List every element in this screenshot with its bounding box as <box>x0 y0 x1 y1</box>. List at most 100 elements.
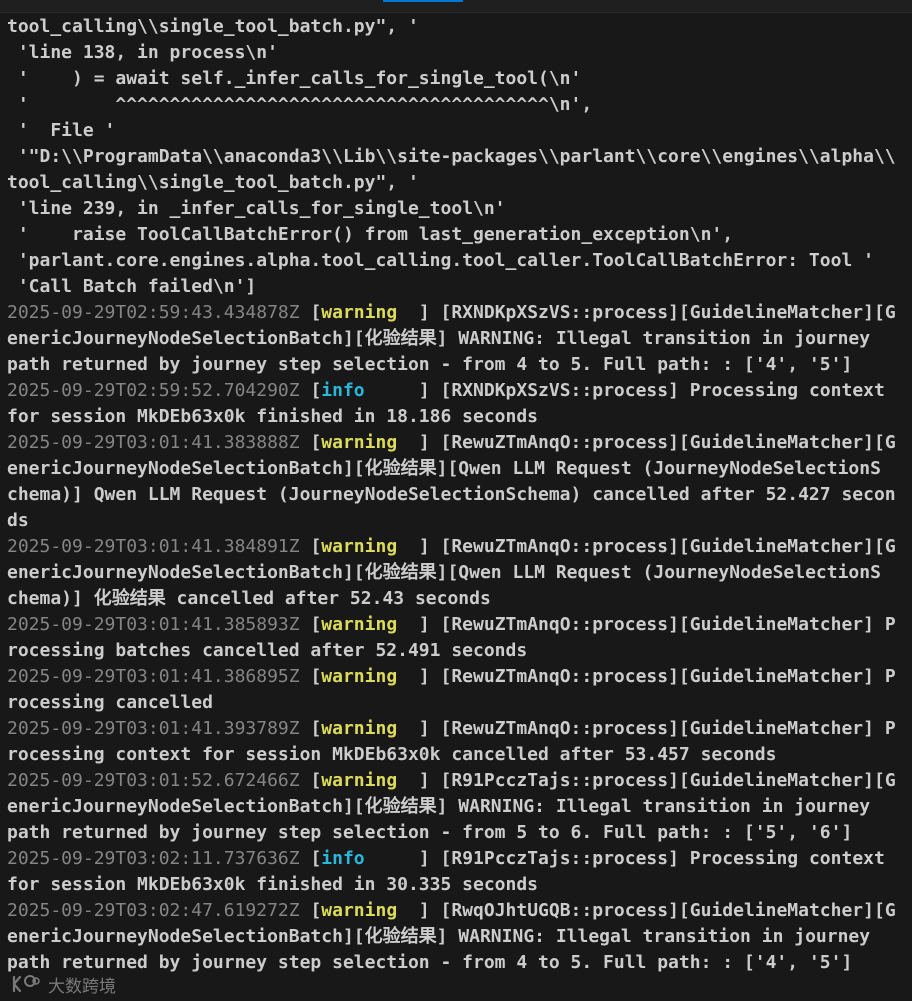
log-timestamp: 2025-09-29T03:01:41.384891Z <box>7 536 300 557</box>
text-segment: tool_calling\\single_tool_batch.py", ' <box>7 16 419 37</box>
text-segment: ] [RewuZTmAnqO::process][GuidelineMatche… <box>397 718 896 739</box>
text-segment: ][Qwen LLM Request (JourneyNodeSelection… <box>436 458 881 479</box>
terminal-line: tool_calling\\single_tool_batch.py", ' <box>7 14 912 40</box>
text-segment: 'line 239, in _infer_calls_for_single_to… <box>7 198 506 219</box>
terminal-line: 2025-09-29T02:59:52.704290Z [info ] [RXN… <box>7 378 912 404</box>
text-segment: for session MkDEb63x0k finished in 18.18… <box>7 406 539 427</box>
text-segment: ] WARNING: Illegal transition in journey <box>436 796 871 817</box>
terminal-line: 2025-09-29T03:02:11.737636Z [info ] [R91… <box>7 846 912 872</box>
terminal-line: 'line 138, in process\n' <box>7 40 912 66</box>
brand-logo-icon <box>8 973 42 995</box>
text-segment: ] [RwqOJhtUGQB::process][GuidelineMatche… <box>397 900 896 921</box>
text-segment: path returned by journey step selection … <box>7 822 853 843</box>
log-timestamp: 2025-09-29T03:01:41.383888Z <box>7 432 300 453</box>
text-segment: ] [R91PcczTajs::process][GuidelineMatche… <box>397 770 896 791</box>
text-segment: ' File ' <box>7 120 116 141</box>
text-segment: [ <box>299 536 322 557</box>
terminal-line: enericJourneyNodeSelectionBatch][化验结果][Q… <box>7 560 912 586</box>
terminal-line: chema)] Qwen LLM Request (JourneyNodeSel… <box>7 482 912 508</box>
terminal-header-bar <box>0 0 912 13</box>
terminal-line: ' ^^^^^^^^^^^^^^^^^^^^^^^^^^^^^^^^^^^^^^… <box>7 92 912 118</box>
text-segment: ] [RXNDKpXSzVS::process] Processing cont… <box>364 380 885 401</box>
log-level-badge: warning <box>321 536 398 557</box>
text-segment: enericJourneyNodeSelectionBatch][ <box>7 328 365 349</box>
text-segment: [ <box>299 900 322 921</box>
text-segment: enericJourneyNodeSelectionBatch][ <box>7 562 365 583</box>
terminal-line: rocessing batches cancelled after 52.491… <box>7 638 912 664</box>
terminal-line: enericJourneyNodeSelectionBatch][化验结果][Q… <box>7 456 912 482</box>
terminal-line: 2025-09-29T03:01:52.672466Z [warning ] [… <box>7 768 912 794</box>
cjk-label: 化验结果 <box>364 328 437 349</box>
terminal-line: '"D:\\ProgramData\\anaconda3\\Lib\\site-… <box>7 144 912 170</box>
text-segment: ds <box>7 510 29 531</box>
cjk-label: 化验结果 <box>364 562 437 583</box>
terminal-line: 'Call Batch failed\n'] <box>7 274 912 300</box>
text-segment: ][Qwen LLM Request (JourneyNodeSelection… <box>436 562 881 583</box>
text-segment: chema)] <box>7 588 94 609</box>
text-segment: path returned by journey step selection … <box>7 952 853 973</box>
terminal-line: ds <box>7 508 912 534</box>
text-segment: enericJourneyNodeSelectionBatch][ <box>7 458 365 479</box>
log-timestamp: 2025-09-29T03:01:41.393789Z <box>7 718 300 739</box>
text-segment: tool_calling\\single_tool_batch.py", ' <box>7 172 419 193</box>
text-segment: ] [RewuZTmAnqO::process][GuidelineMatche… <box>397 536 896 557</box>
text-segment: [ <box>299 718 322 739</box>
text-segment: [ <box>299 614 322 635</box>
text-segment: [ <box>299 432 322 453</box>
active-tab-indicator[interactable] <box>383 0 463 2</box>
log-level-badge: warning <box>321 770 398 791</box>
text-segment: enericJourneyNodeSelectionBatch][ <box>7 796 365 817</box>
text-segment: ' ) = await self._infer_calls_for_single… <box>7 68 582 89</box>
log-timestamp: 2025-09-29T02:59:43.434878Z <box>7 302 300 323</box>
text-segment: [ <box>299 666 322 687</box>
log-level-badge: info <box>321 848 365 869</box>
watermark-text: 大数跨境 <box>48 976 116 997</box>
log-timestamp: 2025-09-29T03:01:52.672466Z <box>7 770 300 791</box>
terminal-line: rocessing context for session MkDEb63x0k… <box>7 742 912 768</box>
log-timestamp: 2025-09-29T03:02:11.737636Z <box>7 848 300 869</box>
text-segment: ] [RXNDKpXSzVS::process][GuidelineMatche… <box>397 302 896 323</box>
terminal-line: for session MkDEb63x0k finished in 18.18… <box>7 404 912 430</box>
terminal-output[interactable]: tool_calling\\single_tool_batch.py", ' '… <box>7 14 912 976</box>
terminal-line: 'parlant.core.engines.alpha.tool_calling… <box>7 248 912 274</box>
terminal-line: rocessing cancelled <box>7 690 912 716</box>
text-segment: 'parlant.core.engines.alpha.tool_calling… <box>7 250 874 271</box>
terminal-line: enericJourneyNodeSelectionBatch][化验结果] W… <box>7 326 912 352</box>
terminal-line: tool_calling\\single_tool_batch.py", ' <box>7 170 912 196</box>
text-segment: rocessing cancelled <box>7 692 213 713</box>
terminal-line: 'line 239, in _infer_calls_for_single_to… <box>7 196 912 222</box>
text-segment: ] [RewuZTmAnqO::process][GuidelineMatche… <box>397 614 896 635</box>
log-timestamp: 2025-09-29T03:01:41.386895Z <box>7 666 300 687</box>
text-segment: cancelled after 52.43 seconds <box>165 588 491 609</box>
terminal-line: 2025-09-29T03:01:41.386895Z [warning ] [… <box>7 664 912 690</box>
text-segment: chema)] Qwen LLM Request (JourneyNodeSel… <box>7 484 896 505</box>
text-segment: ] WARNING: Illegal transition in journey <box>436 926 871 947</box>
watermark: 大数跨境 <box>8 971 116 997</box>
text-segment: enericJourneyNodeSelectionBatch][ <box>7 926 365 947</box>
log-level-badge: warning <box>321 900 398 921</box>
text-segment: [ <box>299 848 322 869</box>
text-segment: [ <box>299 380 322 401</box>
terminal-line: 2025-09-29T03:01:41.385893Z [warning ] [… <box>7 612 912 638</box>
terminal-line: ' raise ToolCallBatchError() from last_g… <box>7 222 912 248</box>
cjk-label: 化验结果 <box>364 796 437 817</box>
text-segment: for session MkDEb63x0k finished in 30.33… <box>7 874 539 895</box>
log-timestamp: 2025-09-29T03:01:41.385893Z <box>7 614 300 635</box>
cjk-label: 化验结果 <box>364 926 437 947</box>
log-timestamp: 2025-09-29T02:59:52.704290Z <box>7 380 300 401</box>
terminal-line: chema)] 化验结果 cancelled after 52.43 secon… <box>7 586 912 612</box>
log-level-badge: info <box>321 380 365 401</box>
text-segment: 'line 138, in process\n' <box>7 42 278 63</box>
terminal-line: path returned by journey step selection … <box>7 352 912 378</box>
text-segment: ] [RewuZTmAnqO::process][GuidelineMatche… <box>397 432 896 453</box>
terminal-line: 2025-09-29T03:02:47.619272Z [warning ] [… <box>7 898 912 924</box>
cjk-label: 化验结果 <box>93 588 166 609</box>
terminal-line: 2025-09-29T03:01:41.393789Z [warning ] [… <box>7 716 912 742</box>
terminal-line: ' ) = await self._infer_calls_for_single… <box>7 66 912 92</box>
text-segment: rocessing batches cancelled after 52.491… <box>7 640 528 661</box>
text-segment: ] WARNING: Illegal transition in journey <box>436 328 871 349</box>
terminal-line: 2025-09-29T02:59:43.434878Z [warning ] [… <box>7 300 912 326</box>
terminal-line: 2025-09-29T03:01:41.384891Z [warning ] [… <box>7 534 912 560</box>
text-segment: ] [RewuZTmAnqO::process][GuidelineMatche… <box>397 666 896 687</box>
terminal-line: path returned by journey step selection … <box>7 820 912 846</box>
